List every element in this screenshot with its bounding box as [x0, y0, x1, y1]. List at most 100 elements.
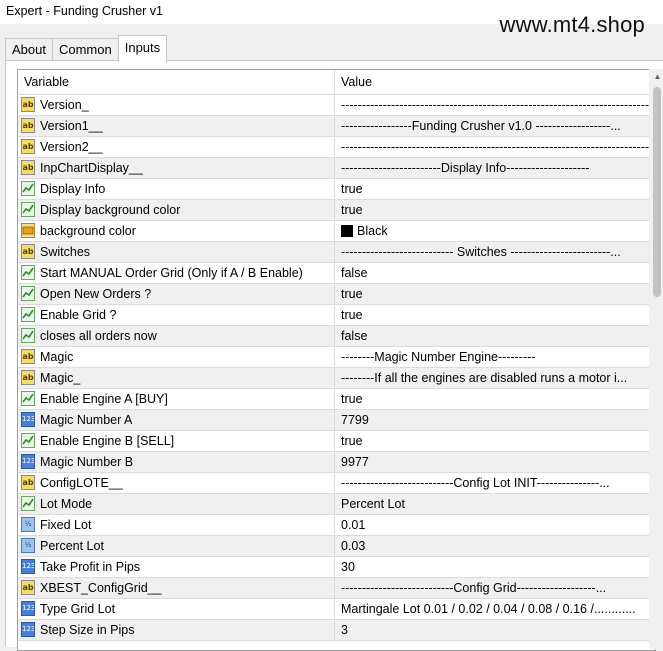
- scrollbar-thumb[interactable]: [653, 87, 661, 297]
- value-cell[interactable]: --------Magic Number Engine---------: [341, 350, 651, 364]
- value-cell[interactable]: --------If all the engines are disabled …: [341, 371, 651, 385]
- table-row[interactable]: Open New Orders ? true: [18, 284, 655, 305]
- variable-name: Step Size in Pips: [40, 623, 135, 637]
- table-row[interactable]: 123 Magic Number B 9977: [18, 452, 655, 473]
- table-row[interactable]: ½ Percent Lot 0.03: [18, 536, 655, 557]
- table-row[interactable]: 123 Step Size in Pips 3: [18, 620, 655, 641]
- table-row[interactable]: ab Version2__ ----------------------------…: [18, 137, 655, 158]
- value-cell[interactable]: Black: [341, 224, 651, 238]
- value-cell[interactable]: ---------------------------Config Lot IN…: [341, 476, 651, 490]
- integer-type-icon: 123: [21, 454, 35, 469]
- bool-type-icon: [21, 181, 35, 196]
- table-row[interactable]: ab Version1__ -----------------Funding Cru…: [18, 116, 655, 137]
- value-cell[interactable]: false: [341, 329, 651, 343]
- value-cell[interactable]: 0.03: [341, 539, 651, 553]
- value-text: true: [341, 392, 363, 406]
- table-row[interactable]: ab Magic --------Magic Number Engine------…: [18, 347, 655, 368]
- string-type-icon: ab: [21, 244, 35, 259]
- variable-name: Open New Orders ?: [40, 287, 152, 301]
- table-row[interactable]: 123 Take Profit in Pips 30: [18, 557, 655, 578]
- value-cell[interactable]: Percent Lot: [341, 497, 651, 511]
- scroll-up-arrow-icon[interactable]: ▲: [649, 69, 663, 85]
- value-text: 0.03: [341, 539, 366, 553]
- tab-about[interactable]: About: [5, 38, 53, 61]
- color-type-icon: [21, 223, 35, 238]
- table-row[interactable]: ab Magic_ --------If all the engines are d…: [18, 368, 655, 389]
- integer-type-icon: 123: [21, 559, 35, 574]
- table-row[interactable]: Start MANUAL Order Grid (Only if A / B E…: [18, 263, 655, 284]
- table-header: Variable Value: [18, 70, 655, 95]
- value-text: 3: [341, 623, 348, 637]
- table-row[interactable]: ab Version_ ------------------------------…: [18, 95, 655, 116]
- value-cell[interactable]: true: [341, 182, 651, 196]
- value-cell[interactable]: --------------------------- Switches ---…: [341, 245, 651, 259]
- variable-name: Version2__: [40, 140, 103, 154]
- tab-common[interactable]: Common: [51, 38, 119, 61]
- table-row[interactable]: ab Switches --------------------------- Sw…: [18, 242, 655, 263]
- value-cell[interactable]: false: [341, 266, 651, 280]
- value-text: 7799: [341, 413, 369, 427]
- bool-type-icon: [21, 286, 35, 301]
- table-row[interactable]: ½ Fixed Lot 0.01: [18, 515, 655, 536]
- variable-name: Magic: [40, 350, 74, 364]
- value-text: --------If all the engines are disabled …: [341, 371, 628, 385]
- value-cell[interactable]: ----------------------------------------…: [341, 98, 651, 112]
- value-cell[interactable]: ---------------------------Config Grid--…: [341, 581, 651, 595]
- variable-cell: ab Version_: [18, 95, 335, 115]
- value-cell[interactable]: 9977: [341, 455, 651, 469]
- variable-name: ConfigLOTE__: [40, 476, 123, 490]
- table-row[interactable]: Display Info true: [18, 179, 655, 200]
- string-type-icon: ab: [21, 97, 35, 112]
- value-text: true: [341, 203, 363, 217]
- value-cell[interactable]: ----------------------------------------…: [341, 140, 651, 154]
- value-cell[interactable]: true: [341, 434, 651, 448]
- bool-type-icon: [21, 265, 35, 280]
- value-cell[interactable]: 7799: [341, 413, 651, 427]
- column-header-variable[interactable]: Variable: [24, 75, 69, 89]
- double-type-icon: ½: [21, 538, 35, 553]
- table-row[interactable]: closes all orders now false: [18, 326, 655, 347]
- variable-name: Enable Grid ?: [40, 308, 117, 322]
- value-cell[interactable]: 30: [341, 560, 651, 574]
- value-text: true: [341, 287, 363, 301]
- value-text: --------------------------- Switches ---…: [341, 245, 621, 259]
- variable-cell: background color: [18, 221, 335, 241]
- table-row[interactable]: ab ConfigLOTE__ --------------------------…: [18, 473, 655, 494]
- table-row[interactable]: 123 Type Grid Lot Martingale Lot 0.01 / 0.…: [18, 599, 655, 620]
- table-row[interactable]: ab XBEST_ConfigGrid__ --------------------…: [18, 578, 655, 599]
- inputs-panel: Variable Value ab Version_ ---------------…: [5, 60, 663, 651]
- value-cell[interactable]: ------------------------Display Info----…: [341, 161, 651, 175]
- value-cell[interactable]: 3: [341, 623, 651, 637]
- vertical-scrollbar[interactable]: ▲: [649, 69, 663, 649]
- column-header-value[interactable]: Value: [341, 75, 372, 89]
- variable-cell: Lot Mode: [18, 494, 335, 514]
- value-cell[interactable]: 0.01: [341, 518, 651, 532]
- value-cell[interactable]: true: [341, 287, 651, 301]
- value-text: ---------------------------Config Grid--…: [341, 581, 607, 595]
- table-row[interactable]: Enable Engine A [BUY] true: [18, 389, 655, 410]
- value-text: 0.01: [341, 518, 366, 532]
- table-row[interactable]: background color Black: [18, 221, 655, 242]
- table-row[interactable]: 123 Magic Number A 7799: [18, 410, 655, 431]
- variable-cell: Enable Engine B [SELL]: [18, 431, 335, 451]
- table-row[interactable]: Display background color true: [18, 200, 655, 221]
- value-text: ----------------------------------------…: [341, 140, 651, 154]
- value-cell[interactable]: true: [341, 308, 651, 322]
- variable-cell: 123 Magic Number B: [18, 452, 335, 472]
- tab-inputs[interactable]: Inputs: [117, 35, 168, 62]
- table-row[interactable]: ab InpChartDisplay__ ---------------------…: [18, 158, 655, 179]
- table-row[interactable]: Enable Engine B [SELL] true: [18, 431, 655, 452]
- table-row[interactable]: Lot Mode Percent Lot: [18, 494, 655, 515]
- table-row[interactable]: Enable Grid ? true: [18, 305, 655, 326]
- color-swatch: [341, 225, 353, 237]
- variable-cell: ab Version1__: [18, 116, 335, 136]
- value-cell[interactable]: -----------------Funding Crusher v1.0 --…: [341, 119, 651, 133]
- variable-cell: closes all orders now: [18, 326, 335, 346]
- value-cell[interactable]: Martingale Lot 0.01 / 0.02 / 0.04 / 0.08…: [341, 602, 651, 616]
- variable-cell: Start MANUAL Order Grid (Only if A / B E…: [18, 263, 335, 283]
- value-cell[interactable]: true: [341, 392, 651, 406]
- value-cell[interactable]: true: [341, 203, 651, 217]
- column-divider[interactable]: [334, 70, 335, 94]
- variable-cell: 123 Step Size in Pips: [18, 620, 335, 640]
- variable-cell: Display background color: [18, 200, 335, 220]
